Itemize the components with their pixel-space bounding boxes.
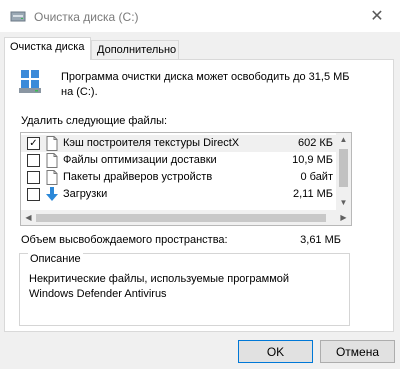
scroll-thumb[interactable] [339,149,348,187]
list-item[interactable]: Файлы оптимизации доставки 10,9 МБ [21,152,337,169]
close-button[interactable]: ✕ [354,0,400,32]
tab-more-options[interactable]: Дополнительно [91,40,179,60]
scroll-thumb[interactable] [36,214,326,222]
close-icon: ✕ [370,8,384,25]
checkbox[interactable] [27,171,40,184]
disk-cleanup-icon [10,11,26,22]
list-item[interactable]: Загрузки 2,11 МБ [21,186,337,203]
scroll-up-icon[interactable]: ▲ [336,133,351,147]
freed-space-label: Объем высвобождаемого пространства: [21,234,228,246]
files-list[interactable]: ✓ Кэш построителя текстуры DirectX 602 К… [20,132,352,226]
scroll-down-icon[interactable]: ▼ [336,196,351,210]
download-arrow-icon [46,187,58,201]
tab-panel: Программа очистки диска может освободить… [4,59,394,332]
files-label: Удалить следующие файлы: [21,115,168,127]
tab-label: Очистка диска [10,41,85,53]
list-item-size: 2,11 МБ [292,188,333,200]
freed-space-value: 3,61 МБ [300,234,341,246]
horizontal-scrollbar[interactable]: ◀ ▶ [21,210,351,225]
list-item-label: Загрузки [63,188,108,200]
window-title: Очистка диска (C:) [34,10,139,24]
file-icon [46,153,58,168]
list-item-size: 0 байт [300,171,333,183]
file-icon [46,170,58,185]
title-bar: Очистка диска (C:) ✕ [0,0,400,32]
description-text: Некритические файлы, используемые програ… [29,273,290,300]
summary-text: Программа очистки диска может освободить… [61,71,350,98]
list-item-size: 602 КБ [297,137,333,149]
list-item-label: Файлы оптимизации доставки [63,154,217,166]
vertical-scrollbar[interactable]: ▲ ▼ [336,133,351,210]
list-item-size: 10,9 МБ [292,154,333,166]
file-icon [46,136,58,151]
scroll-right-icon[interactable]: ▶ [336,210,351,225]
list-item-label: Пакеты драйверов устройств [63,171,213,183]
checkbox[interactable]: ✓ [27,137,40,150]
cancel-button-label: Отмена [335,344,380,359]
ok-button-label: OK [266,344,285,359]
tab-label: Дополнительно [97,44,177,56]
disk-cleanup-icon [19,70,41,93]
list-item-label: Кэш построителя текстуры DirectX [63,137,240,149]
list-item[interactable]: Пакеты драйверов устройств 0 байт [21,169,337,186]
checkbox[interactable] [27,188,40,201]
checkbox[interactable] [27,154,40,167]
tab-disk-cleanup[interactable]: Очистка диска [4,37,91,60]
description-group: Описание Некритические файлы, используем… [19,253,350,326]
description-title: Описание [28,253,83,265]
scroll-left-icon[interactable]: ◀ [21,210,36,225]
list-item[interactable]: ✓ Кэш построителя текстуры DirectX 602 К… [21,135,337,152]
ok-button[interactable]: OK [238,340,313,363]
cancel-button[interactable]: Отмена [320,340,395,363]
